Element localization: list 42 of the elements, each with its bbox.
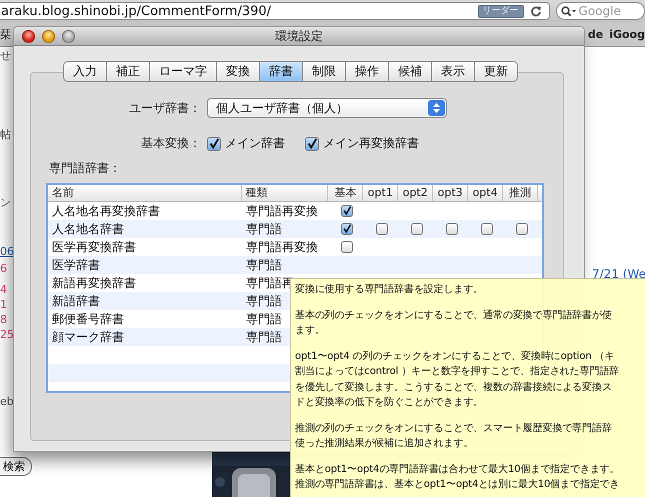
tooltip-text: 変換に使用する専門語辞書を設定します。 [295,282,484,297]
page-text: 1 [0,298,7,311]
tooltip-text: 割当によってはcontrol ）キーと数字を押すことで、指定された専門語辞 [295,364,620,379]
table-label: 専門語辞書： [49,160,122,177]
table-cell-text: 人名地名辞書 [51,220,125,238]
page-text: 帖 [0,127,11,142]
user-dictionary-label: ユーザ辞書： [128,100,201,116]
table-cell: 専門語 [246,312,282,326]
basic-conversion-label: 基本変換： [140,135,201,152]
tooltip-text: opt1〜opt4 の列のチェックをオンにすることで、変換時にoption （キ [295,350,614,364]
table-cell: 専門語 [246,294,282,308]
tooltip-text: 推測の専門語辞書は、基本とopt1〜opt4とは別に最大10個まで指定でき [295,478,620,492]
page-text: eb [0,395,14,408]
tooltip-text: 基本とopt1〜opt4の専門語辞書は合わせて最大10個まで指定できます。 [295,462,620,476]
table-cell: 専門語 [246,330,282,344]
table-cell-text: 新語辞書 [51,292,101,310]
tooltip-text: ドと変換率の低下を防ぐことができます。 [295,396,484,410]
window-title: 環境設定 [275,28,323,44]
tooltip-text: 推測の列のチェックをオンにすることで、スマート履歴変換で専門語辞 [295,422,612,436]
table-cell-text: 新語再変換辞書 [51,274,137,292]
checkbox-label: メイン辞書 [225,135,285,152]
tooltip-text: ます。 [295,324,325,338]
table-cell: 専門語再変換 [246,240,318,254]
table-cell-text: 顔マーク辞書 [51,328,125,346]
page-text: ン [0,195,11,210]
url-text: araku.blog.shinobi.jp/CommentForm/390/ [0,4,272,18]
page-text: 6 [0,262,7,275]
table-cell-text: 郵便番号辞書 [51,310,125,328]
checkbox-label: メイン再変換辞書 [323,135,419,152]
tooltip-text: 基本の列のチェックをオンにすることで、通常の変換で専門語辞書が使 [295,308,612,322]
page-text: 25 [0,328,14,341]
table-cell: 専門語 [246,258,282,272]
table-cell-text: 人名地名再変換辞書 [51,202,161,220]
table-cell-text: 医学再変換辞書 [51,238,137,256]
page-text: せ [0,48,11,63]
page-text: 8 [0,313,7,326]
table-cell: 専門語再変換 [246,204,318,218]
table-cell: 専門語 [246,222,282,236]
table-cell-text: 医学辞書 [51,256,101,274]
tooltip-text: を優先して変換します。こうすることで、複数の辞書接続による変換ス [295,380,612,394]
tooltip-text: 使った推測結果が候補に追加されます。 [295,436,474,451]
page-text: 4 [0,283,7,296]
